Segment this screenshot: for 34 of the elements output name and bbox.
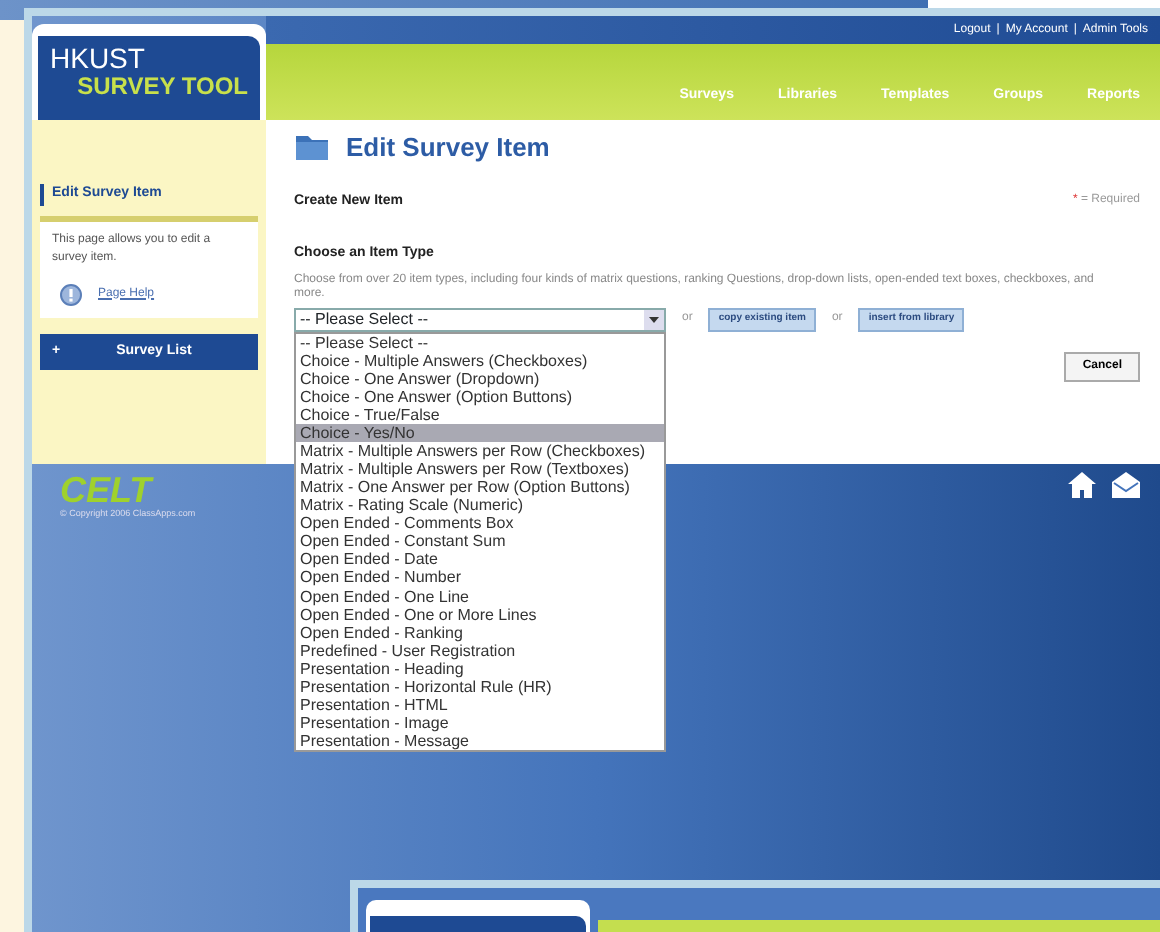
- dropdown-option[interactable]: Choice - One Answer (Dropdown): [296, 369, 664, 389]
- folder-icon: [294, 132, 330, 163]
- dropdown-option[interactable]: Matrix - One Answer per Row (Option Buttons): [296, 478, 664, 497]
- dropdown-option[interactable]: Open Ended - Constant Sum: [296, 532, 664, 551]
- logo[interactable]: HKUST SURVEY TOOL: [38, 36, 260, 120]
- dropdown-option[interactable]: Open Ended - Comments Box: [296, 514, 664, 533]
- dropdown-option[interactable]: Choice - True/False: [296, 406, 664, 425]
- dropdown-option[interactable]: Presentation - HTML: [296, 695, 664, 714]
- help-icon: [60, 283, 82, 305]
- caret-icon: [644, 309, 664, 330]
- home-icon[interactable]: [1068, 472, 1096, 498]
- logo-text: HKUST: [50, 44, 147, 74]
- dropdown-option[interactable]: Predefined - User Registration: [296, 641, 664, 660]
- dropdown-option[interactable]: Open Ended - Date: [296, 550, 664, 569]
- footer-logo: CELT: [60, 472, 154, 508]
- dropdown-option[interactable]: Presentation - Horizontal Rule (HR): [296, 677, 664, 696]
- dropdown-option[interactable]: Open Ended - One Line: [296, 587, 664, 606]
- dropdown-option[interactable]: Matrix - Multiple Answers per Row (Checkboxes): [296, 442, 664, 461]
- dropdown-option[interactable]: Presentation - Heading: [296, 659, 664, 678]
- item-type-dropdown[interactable]: -- Please Select --: [294, 307, 666, 332]
- dropdown-option[interactable]: Presentation - Image: [296, 713, 664, 732]
- dropdown-option[interactable]: Open Ended - Number: [296, 568, 664, 588]
- page-title: Edit Survey Item: [346, 130, 550, 166]
- dropdown-option[interactable]: -- Please Select --: [296, 333, 664, 352]
- logo-subtext: SURVEY TOOL: [75, 73, 248, 99]
- dropdown-option[interactable]: Choice - Multiple Answers (Checkboxes): [296, 351, 664, 370]
- dropdown-option[interactable]: Presentation - Message: [296, 731, 664, 750]
- dropdown-option[interactable]: Open Ended - One or More Lines: [296, 605, 664, 624]
- dropdown-option[interactable]: Choice - Yes/No: [296, 424, 664, 443]
- dropdown-option[interactable]: Matrix - Multiple Answers per Row (Textboxes): [296, 460, 664, 479]
- dropdown-option[interactable]: Choice - One Answer (Option Buttons): [296, 388, 664, 407]
- mail-icon[interactable]: [1112, 472, 1140, 498]
- dropdown-option[interactable]: Matrix - Rating Scale (Numeric): [296, 496, 664, 515]
- dropdown-option[interactable]: Open Ended - Ranking: [296, 623, 664, 642]
